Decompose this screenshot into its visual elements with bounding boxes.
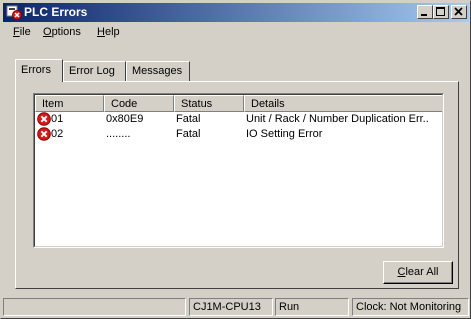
error-icon: [37, 127, 51, 141]
menu-file[interactable]: File: [13, 26, 31, 38]
cell-details: Unit / Rack / Number Duplication Err..: [246, 113, 429, 125]
close-button[interactable]: [451, 5, 467, 19]
maximize-icon: [436, 7, 445, 16]
status-mode: Run: [275, 298, 349, 316]
table-row[interactable]: 02 ........ Fatal IO Setting Error: [35, 127, 442, 142]
column-header-status[interactable]: Status: [174, 95, 244, 112]
minimize-icon: [421, 14, 427, 16]
tab-messages[interactable]: Messages: [126, 61, 190, 81]
maximize-button[interactable]: [433, 5, 449, 19]
column-header-item[interactable]: Item: [35, 95, 104, 112]
plc-errors-window: PLC Errors File Options Help Errors Erro…: [0, 0, 471, 319]
menu-help[interactable]: Help: [97, 26, 120, 38]
cell-code: 0x80E9: [106, 113, 144, 125]
status-message: [3, 298, 186, 316]
cell-details: IO Setting Error: [246, 128, 323, 140]
status-bar: CJ1M-CPU13 Run Clock: Not Monitoring: [3, 297, 469, 317]
error-icon: [37, 112, 51, 126]
tab-error-log[interactable]: Error Log: [63, 61, 126, 81]
tab-errors[interactable]: Errors: [15, 59, 63, 82]
app-error-icon: [6, 5, 22, 20]
table-row[interactable]: 01 0x80E9 Fatal Unit / Rack / Number Dup…: [35, 112, 442, 127]
cell-status: Fatal: [176, 113, 201, 125]
cell-item: 01: [51, 113, 64, 125]
window-title: PLC Errors: [24, 5, 88, 19]
cell-item: 02: [51, 128, 64, 140]
column-header-details[interactable]: Details: [244, 95, 442, 112]
close-icon: [454, 7, 463, 16]
cell-code: ........: [106, 128, 131, 140]
column-header-code[interactable]: Code: [104, 95, 174, 112]
clear-all-button[interactable]: Clear All: [383, 261, 453, 284]
errors-list[interactable]: Item Code Status Details 01 0x80E9 Fatal…: [33, 93, 444, 248]
menu-bar: File Options Help: [3, 23, 469, 41]
status-clock: Clock: Not Monitoring: [352, 298, 469, 316]
errors-tab-panel: Item Code Status Details 01 0x80E9 Fatal…: [15, 81, 459, 289]
status-cpu-model: CJ1M-CPU13: [189, 298, 273, 316]
cell-status: Fatal: [176, 128, 201, 140]
title-bar[interactable]: PLC Errors: [3, 3, 469, 22]
menu-options[interactable]: Options: [43, 26, 81, 38]
minimize-button[interactable]: [417, 5, 433, 19]
